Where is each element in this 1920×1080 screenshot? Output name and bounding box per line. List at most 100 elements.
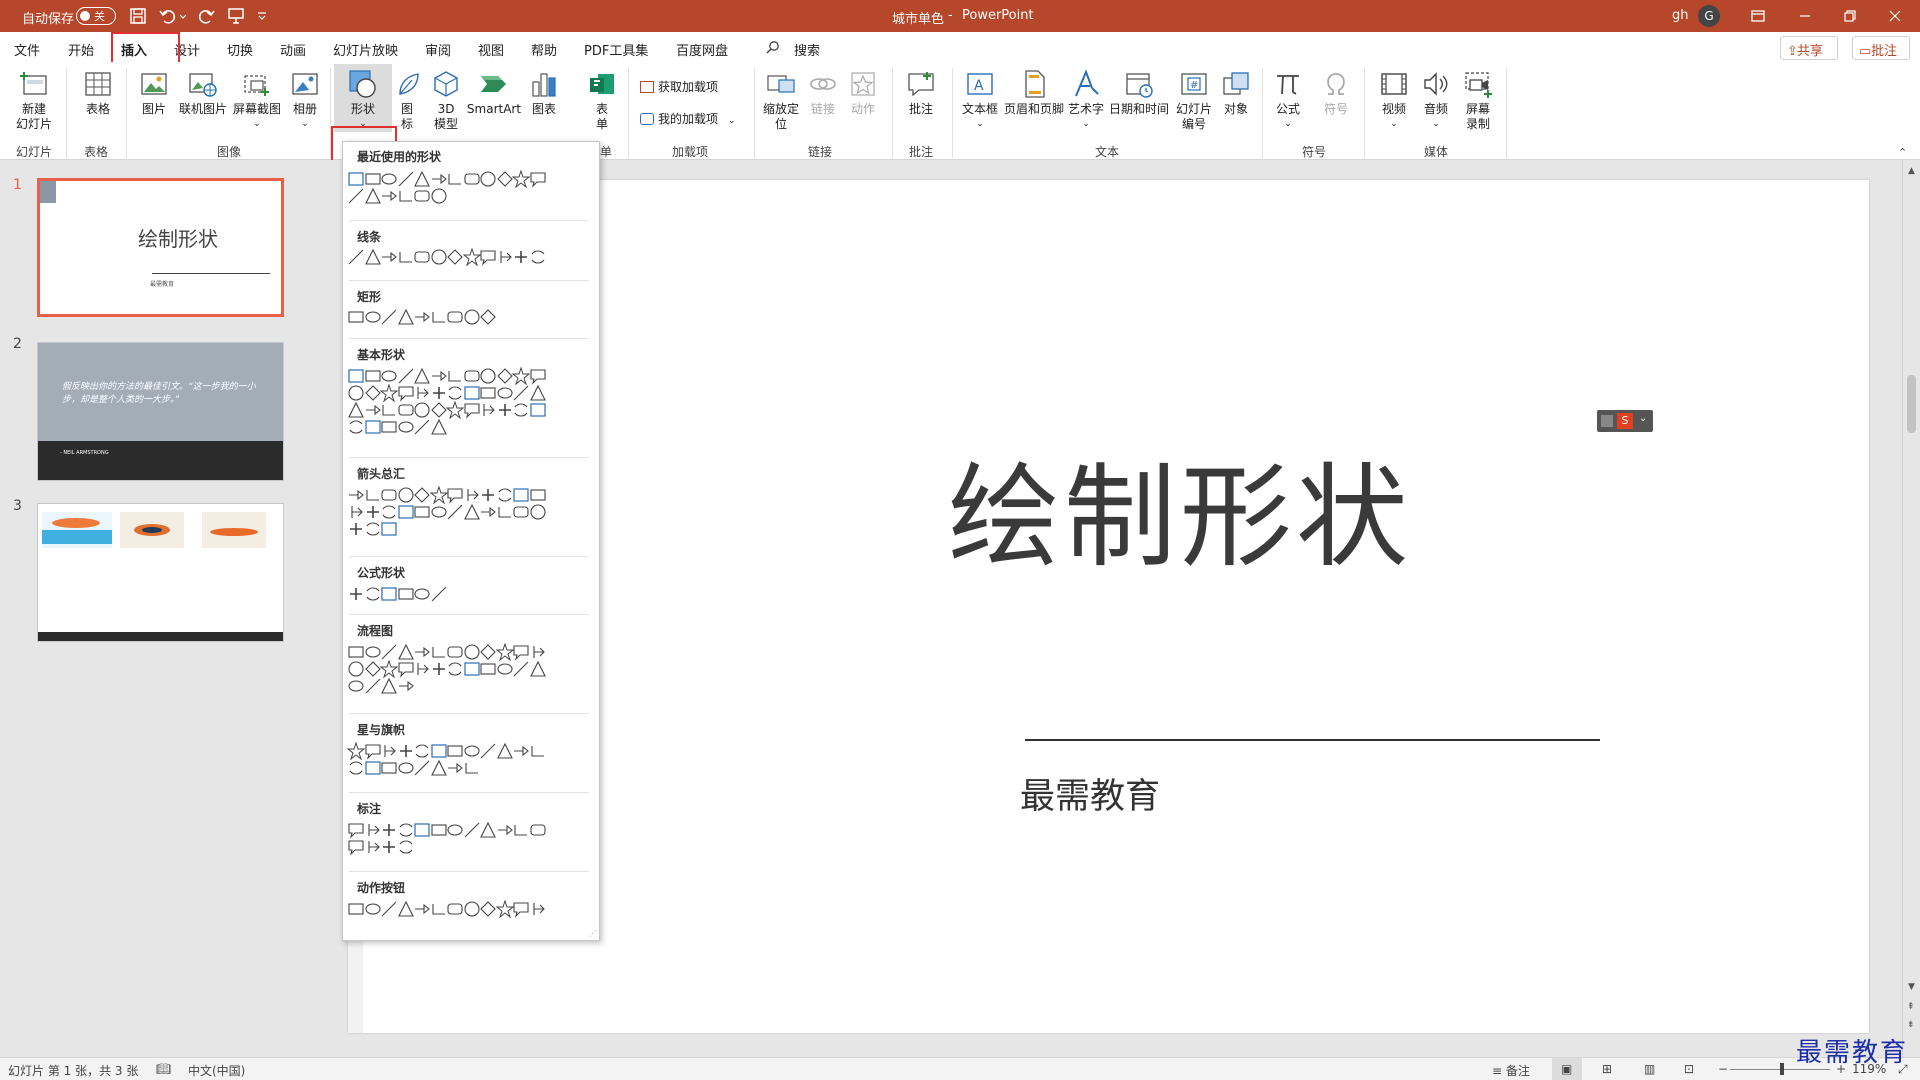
shape-option-icon[interactable]: [463, 308, 481, 326]
new-slide-button[interactable]: 新建 幻灯片: [8, 68, 60, 132]
shape-option-icon[interactable]: [347, 742, 365, 760]
shape-option-icon[interactable]: [512, 367, 530, 385]
shape-option-icon[interactable]: [380, 170, 398, 188]
shape-option-icon[interactable]: [364, 660, 382, 678]
shape-option-icon[interactable]: [364, 187, 382, 205]
screenshot-button[interactable]: 屏幕截图 ⌄: [231, 68, 283, 132]
customize-quick-access-icon[interactable]: [256, 6, 268, 26]
shape-option-icon[interactable]: [380, 308, 398, 326]
shape-option-icon[interactable]: [397, 900, 415, 918]
shape-option-icon[interactable]: [529, 248, 547, 266]
notes-button[interactable]: ≡ 备注: [1492, 1062, 1530, 1079]
shape-option-icon[interactable]: [397, 838, 415, 856]
shape-option-icon[interactable]: [463, 821, 481, 839]
shape-option-icon[interactable]: [446, 759, 464, 777]
shape-option-icon[interactable]: [397, 585, 415, 603]
shape-option-icon[interactable]: [413, 187, 431, 205]
online-pictures-button[interactable]: 联机图片: [177, 68, 229, 117]
shape-option-icon[interactable]: [496, 170, 514, 188]
shape-option-icon[interactable]: [397, 187, 415, 205]
shape-option-icon[interactable]: [364, 486, 382, 504]
ribbon-display-options-icon[interactable]: [1748, 6, 1768, 26]
shape-option-icon[interactable]: [446, 170, 464, 188]
shape-option-icon[interactable]: [413, 742, 431, 760]
normal-view-button[interactable]: ▣: [1552, 1058, 1582, 1080]
shape-option-icon[interactable]: [430, 643, 448, 661]
tab-file[interactable]: 文件: [14, 40, 40, 59]
shape-option-icon[interactable]: [413, 384, 431, 402]
shape-option-icon[interactable]: [347, 367, 365, 385]
shape-option-icon[interactable]: [413, 643, 431, 661]
shape-option-icon[interactable]: [380, 759, 398, 777]
shape-option-icon[interactable]: [397, 401, 415, 419]
equation-button[interactable]: 公式 ⌄: [1270, 68, 1306, 132]
shape-option-icon[interactable]: [413, 401, 431, 419]
shape-option-icon[interactable]: [380, 248, 398, 266]
shape-option-icon[interactable]: [364, 838, 382, 856]
tab-animations[interactable]: 动画: [280, 40, 306, 59]
shape-option-icon[interactable]: [397, 170, 415, 188]
shape-option-icon[interactable]: [413, 367, 431, 385]
chart-button[interactable]: 图表: [526, 68, 562, 117]
get-addins-button[interactable]: 获取加载项: [640, 78, 718, 95]
slide-thumbnail-3[interactable]: [37, 503, 284, 642]
shape-option-icon[interactable]: [463, 660, 481, 678]
shape-option-icon[interactable]: [430, 660, 448, 678]
smartart-button[interactable]: SmartArt: [466, 68, 522, 117]
slide-sorter-icon[interactable]: ⊞: [1602, 1062, 1612, 1076]
shape-option-icon[interactable]: [430, 187, 448, 205]
shape-option-icon[interactable]: [364, 742, 382, 760]
object-button[interactable]: 对象: [1218, 68, 1254, 117]
video-button[interactable]: 视频 ⌄: [1374, 68, 1414, 132]
scroll-up-icon[interactable]: ▲: [1908, 166, 1915, 176]
shape-option-icon[interactable]: [413, 900, 431, 918]
avatar[interactable]: G: [1698, 5, 1720, 27]
shape-option-icon[interactable]: [397, 742, 415, 760]
save-icon[interactable]: [128, 6, 148, 26]
shape-option-icon[interactable]: [429, 486, 448, 504]
shape-option-icon[interactable]: [413, 821, 431, 839]
shape-option-icon[interactable]: [463, 384, 481, 402]
shape-option-icon[interactable]: [364, 900, 382, 918]
shape-option-icon[interactable]: [347, 585, 365, 603]
shape-option-icon[interactable]: [529, 486, 547, 504]
shape-option-icon[interactable]: [364, 585, 382, 603]
shape-option-icon[interactable]: [364, 677, 382, 695]
shape-option-icon[interactable]: [446, 660, 464, 678]
shape-option-icon[interactable]: [529, 660, 547, 678]
shape-option-icon[interactable]: [347, 418, 365, 436]
resize-grip-icon[interactable]: ⋰: [589, 929, 597, 938]
shape-option-icon[interactable]: [413, 503, 431, 521]
shape-option-icon[interactable]: [364, 308, 382, 326]
previous-slide-icon[interactable]: ⇞: [1907, 1002, 1915, 1012]
shape-option-icon[interactable]: [463, 486, 481, 504]
shape-option-icon[interactable]: [347, 170, 365, 188]
shape-option-icon[interactable]: [380, 643, 398, 661]
ime-toolbar[interactable]: S ⌄: [1597, 410, 1653, 432]
shape-option-icon[interactable]: [463, 503, 481, 521]
shape-option-icon[interactable]: [380, 367, 398, 385]
zoom-out-icon[interactable]: −: [1718, 1062, 1728, 1076]
shape-option-icon[interactable]: [479, 384, 497, 402]
shape-option-icon[interactable]: [397, 248, 415, 266]
shape-option-icon[interactable]: [512, 248, 530, 266]
undo-icon[interactable]: [158, 6, 178, 26]
tab-baidu-netdisk[interactable]: 百度网盘: [676, 40, 728, 59]
action-button[interactable]: 动作: [846, 68, 880, 117]
shape-option-icon[interactable]: [479, 900, 497, 918]
shape-option-icon[interactable]: [364, 759, 382, 777]
tab-home[interactable]: 开始: [68, 40, 94, 59]
tab-review[interactable]: 审阅: [425, 40, 451, 59]
shape-option-icon[interactable]: [495, 643, 514, 661]
shape-option-icon[interactable]: [397, 384, 415, 402]
shape-option-icon[interactable]: [512, 821, 530, 839]
shape-option-icon[interactable]: [496, 384, 514, 402]
shape-option-icon[interactable]: [430, 585, 448, 603]
shape-option-icon[interactable]: [430, 418, 448, 436]
shape-option-icon[interactable]: [479, 742, 497, 760]
shape-option-icon[interactable]: [463, 170, 481, 188]
shape-option-icon[interactable]: [364, 520, 382, 538]
shape-option-icon[interactable]: [364, 503, 382, 521]
shape-option-icon[interactable]: [479, 367, 497, 385]
shape-option-icon[interactable]: [529, 821, 547, 839]
